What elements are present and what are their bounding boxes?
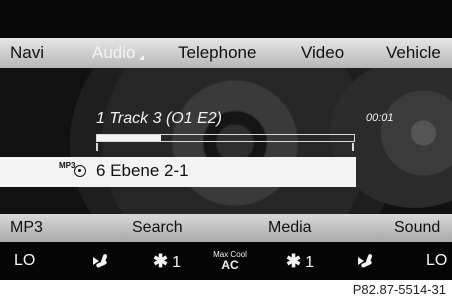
nav-item-telephone[interactable]: Telephone — [178, 38, 256, 68]
mp3-badge: MP3 — [59, 161, 76, 170]
left-fan-level: 1 — [172, 254, 181, 271]
bottom-menu: MP3 Search Media Sound — [0, 214, 452, 242]
status-bar — [0, 0, 452, 38]
nav-item-navi[interactable]: Navi — [10, 38, 44, 68]
track-progress-bar — [96, 134, 355, 142]
bottom-item-media[interactable]: Media — [268, 214, 312, 242]
selected-track-row[interactable]: MP3 6 Ebene 2-1 — [0, 157, 356, 187]
elapsed-time: 00:01 — [366, 112, 394, 124]
nav-item-audio[interactable]: Audio — [92, 38, 146, 68]
progress-marker-right — [352, 143, 354, 151]
ac-label: AC — [221, 258, 239, 272]
selected-track-name: 6 Ebene 2-1 — [96, 161, 189, 180]
audio-screen: Navi Audio Telephone Video Vehicle 1 Tra… — [0, 0, 452, 300]
right-fan-control[interactable]: ✱ 1 — [286, 242, 314, 280]
bottom-item-sound[interactable]: Sound — [394, 214, 440, 242]
nav-item-vehicle[interactable]: Vehicle — [386, 38, 441, 68]
disc-icon — [74, 165, 86, 177]
fan-icon: ✱ — [286, 251, 302, 271]
progress-fill — [97, 135, 162, 141]
climate-bar: LO ✱ 1 Max Cool AC ✱ 1 LO — [0, 242, 452, 280]
left-airflow-icon[interactable] — [93, 253, 112, 269]
track-title: 1 Track 3 (O1 E2) — [96, 110, 222, 127]
max-cool-ac-button[interactable]: Max Cool AC — [208, 250, 252, 272]
figure-code: P82.87-5514-31 — [352, 282, 446, 297]
main-navigation: Navi Audio Telephone Video Vehicle — [0, 38, 452, 68]
fan-icon: ✱ — [153, 251, 169, 271]
right-airflow-icon[interactable] — [358, 253, 377, 269]
figure-footer: P82.87-5514-31 — [0, 280, 452, 300]
bottom-item-mp3[interactable]: MP3 — [10, 214, 43, 242]
nav-item-video[interactable]: Video — [301, 38, 344, 68]
left-fan-control[interactable]: ✱ 1 — [153, 242, 181, 280]
progress-marker-left — [96, 143, 98, 151]
bottom-item-search[interactable]: Search — [132, 214, 183, 242]
right-temperature[interactable]: LO — [426, 242, 447, 280]
left-temperature[interactable]: LO — [14, 242, 35, 280]
right-fan-level: 1 — [305, 254, 314, 271]
media-display: 1 Track 3 (O1 E2) 00:01 MP3 6 Ebene 2-1 — [0, 68, 452, 214]
